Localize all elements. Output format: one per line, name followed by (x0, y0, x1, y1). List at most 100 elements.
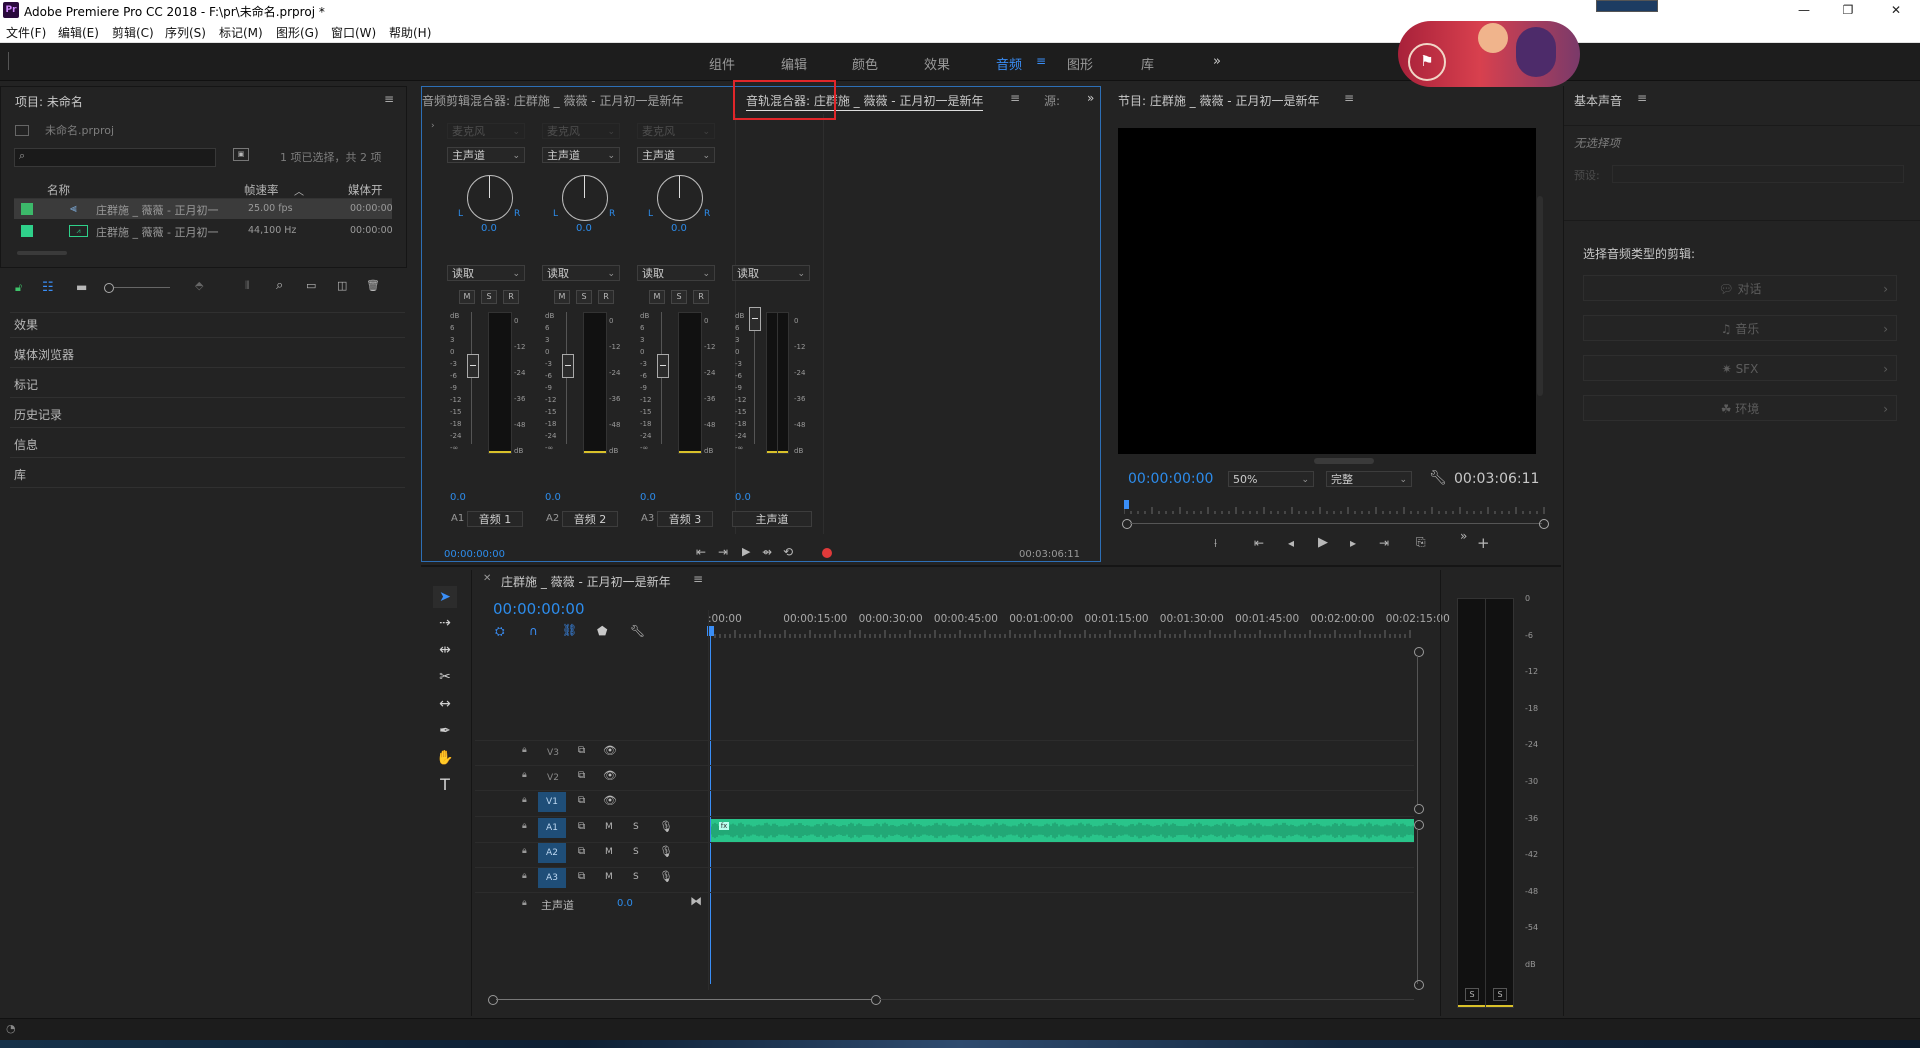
in-point-handle[interactable] (1122, 519, 1132, 529)
toggle-sync-lock-icon[interactable]: ⧉ (578, 795, 585, 806)
automation-select[interactable]: 读取 ⌄ (542, 265, 620, 281)
trash-icon[interactable]: 🗑︎ (366, 279, 380, 292)
project-scrollbar[interactable] (17, 251, 67, 255)
go-to-in-icon[interactable]: ⇤ (1254, 536, 1264, 550)
fader-value[interactable]: 0.0 (640, 492, 656, 503)
track-mute-button[interactable]: M (605, 872, 613, 882)
mute-button[interactable]: M (554, 290, 570, 304)
track-select-tool-icon[interactable]: ⇢ (433, 612, 457, 634)
program-timecode[interactable]: 00:00:00:00 (1128, 471, 1213, 487)
audio-clip-a1[interactable]: fx (711, 819, 1414, 842)
output-select[interactable]: 主声道 ⌄ (447, 147, 525, 163)
search-input[interactable]: ⌕ (14, 148, 216, 167)
play-icon[interactable]: ▶ (742, 545, 750, 558)
panel-libraries[interactable]: 库 (14, 466, 26, 483)
volume-fader[interactable] (467, 354, 479, 378)
program-monitor-title[interactable]: 节目: 庄群施 _ 薇薇 - 正月初一是新年 (1118, 92, 1319, 109)
track-lock-icon[interactable]: 🔒︎ (522, 795, 527, 805)
menu-window[interactable]: 窗口(W) (331, 24, 376, 41)
workspace-overflow-button[interactable]: » (1213, 54, 1221, 69)
eye-icon[interactable]: 👁︎ (603, 744, 617, 757)
track-name-field[interactable]: 音频 1 (467, 511, 523, 527)
volume-fader[interactable] (562, 354, 574, 378)
panel-media-browser[interactable]: 媒体浏览器 (14, 346, 74, 363)
track-target-A2[interactable]: A2 (538, 843, 566, 863)
panel-history[interactable]: 历史记录 (14, 406, 62, 423)
mute-button[interactable]: M (459, 290, 475, 304)
toggle-sync-lock-icon[interactable]: ⧉ (578, 871, 585, 882)
loop-icon[interactable]: ⟲ (783, 545, 793, 559)
hand-tool-icon[interactable]: ✋ (433, 747, 457, 769)
record-enable-button[interactable]: R (503, 290, 519, 304)
record-enable-button[interactable]: R (693, 290, 709, 304)
type-ambience-button[interactable]: ☘︎ 环境 › (1583, 395, 1897, 421)
timeline-settings-icon[interactable]: 🔧︎ (630, 624, 645, 638)
master-fader-value[interactable]: 0.0 (735, 492, 751, 503)
pan-value[interactable]: 0.0 (576, 223, 592, 234)
pan-value[interactable]: 0.0 (671, 223, 687, 234)
microphone-icon[interactable]: 🎙︎ (659, 845, 673, 858)
toggle-sync-lock-icon[interactable]: ⧉ (578, 821, 585, 832)
type-dialogue-button[interactable]: 💬︎ 对话 › (1583, 275, 1897, 301)
table-row[interactable]: ⩘ 庄群施 _ 薇薇 - 正月初一 44,100 Hz 00:00:00 (14, 221, 393, 241)
workspace-tab-effects[interactable]: 效果 (924, 54, 950, 73)
mark-in-icon[interactable]: ⟊ (1214, 536, 1217, 551)
overflow-icon[interactable]: » (1460, 529, 1467, 543)
essential-sound-title[interactable]: 基本声音 (1574, 92, 1622, 109)
input-select[interactable]: 麦克风 ⌄ (447, 123, 525, 139)
menu-file[interactable]: 文件(F) (6, 24, 46, 41)
sort-icon[interactable]: ⬘ (195, 279, 203, 292)
track-lock-icon[interactable]: 🔒︎ (522, 770, 527, 780)
mute-button[interactable]: M (649, 290, 665, 304)
preset-select[interactable] (1612, 165, 1904, 183)
panel-effects[interactable]: 效果 (14, 316, 38, 333)
track-target-A3[interactable]: A3 (538, 868, 566, 888)
pan-knob[interactable] (562, 175, 608, 221)
track-mute-button[interactable]: M (605, 822, 613, 832)
menu-graphics[interactable]: 图形(G) (276, 24, 319, 41)
workspace-tab-assembly[interactable]: 组件 (709, 54, 735, 73)
type-sfx-button[interactable]: ✷ SFX › (1583, 355, 1897, 381)
zoom-slider[interactable] (104, 280, 170, 293)
track-lock-icon[interactable]: 🔒︎ (522, 745, 527, 755)
panel-menu-icon[interactable]: ≡ (1010, 91, 1020, 105)
toggle-sync-lock-icon[interactable]: ⧉ (578, 745, 585, 756)
fader-value[interactable]: 0.0 (545, 492, 561, 503)
workspace-tab-color[interactable]: 颜色 (852, 54, 878, 73)
eye-icon[interactable]: 👁︎ (603, 769, 617, 782)
record-enable-button[interactable]: R (598, 290, 614, 304)
master-automation-select[interactable]: 读取 ⌄ (732, 265, 810, 281)
horizontal-zoom-handle[interactable] (488, 995, 498, 1005)
column-frame-rate[interactable]: 帧速率 (244, 182, 279, 198)
solo-button[interactable]: S (481, 290, 497, 304)
fader-value[interactable]: 0.0 (450, 492, 466, 503)
add-marker-icon[interactable]: ⬟ (597, 624, 607, 638)
project-panel-title[interactable]: 项目: 未命名 (15, 93, 83, 110)
new-item-icon[interactable]: ◫ (337, 279, 347, 292)
new-search-bin-icon[interactable]: ▣ (233, 148, 249, 161)
icon-view-icon[interactable]: ▬ (76, 280, 87, 294)
output-select[interactable]: 主声道 ⌄ (542, 147, 620, 163)
pen-tool-icon[interactable]: ✒ (433, 720, 457, 742)
quality-select[interactable]: 完整 ⌄ (1326, 471, 1412, 487)
menu-marker[interactable]: 标记(M) (219, 24, 263, 41)
play-icon[interactable]: ▶ (1318, 535, 1328, 550)
column-name[interactable]: 名称 (47, 182, 70, 198)
solo-button[interactable]: S (576, 290, 592, 304)
program-vertical-scrollbar[interactable] (1537, 196, 1543, 396)
vertical-zoom-handle[interactable] (1414, 980, 1424, 990)
zoom-select[interactable]: 50% ⌄ (1228, 471, 1314, 487)
menu-clip[interactable]: 剪辑(C) (112, 24, 154, 41)
master-track-value[interactable]: 0.0 (617, 898, 633, 909)
type-music-button[interactable]: ♫ 音乐 › (1583, 315, 1897, 341)
track-target-V2[interactable]: V2 (538, 767, 568, 789)
microphone-icon[interactable]: 🎙︎ (659, 820, 673, 833)
minimize-button[interactable]: — (1784, 0, 1824, 20)
panel-menu-icon[interactable]: ≡ (384, 92, 394, 106)
type-tool-icon[interactable]: T (433, 774, 457, 796)
go-to-out-icon[interactable]: ⇥ (1379, 536, 1389, 550)
menu-sequence[interactable]: 序列(S) (165, 24, 206, 41)
track-solo-button[interactable]: S (633, 872, 639, 882)
track-target-V1[interactable]: V1 (538, 792, 566, 812)
workspace-tab-libraries[interactable]: 库 (1141, 54, 1154, 73)
